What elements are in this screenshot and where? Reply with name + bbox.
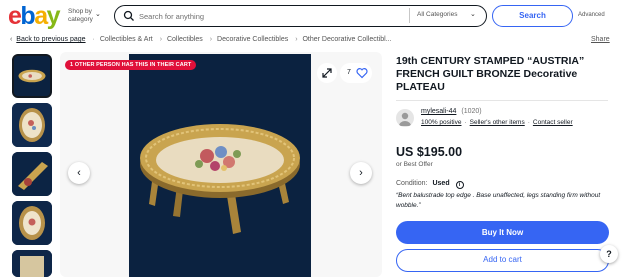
seller-avatar[interactable]: [396, 109, 414, 127]
search-bar: All Categories ⌄: [114, 5, 487, 27]
previous-image-button[interactable]: ‹: [68, 162, 90, 184]
divider: [396, 100, 608, 101]
category-label: category: [68, 16, 93, 23]
breadcrumb-item[interactable]: Other Decorative Collectibl...: [302, 36, 391, 43]
user-icon: [399, 112, 411, 126]
back-link[interactable]: Back to previous page: [16, 36, 85, 43]
thumbnail[interactable]: [12, 103, 52, 147]
plateau-image: [129, 54, 311, 277]
breadcrumb-separator: ›: [209, 36, 213, 43]
thumbnail[interactable]: [12, 54, 52, 98]
advanced-search-link[interactable]: Advanced: [578, 12, 605, 18]
next-image-button[interactable]: ›: [350, 162, 372, 184]
thumbnail[interactable]: [12, 201, 52, 245]
chevron-left-icon: ‹: [77, 167, 81, 179]
header: ebay Shop by category ⌄ All Categories ⌄…: [0, 0, 624, 33]
thumbnail[interactable]: [12, 250, 52, 277]
separator: ·: [527, 119, 530, 126]
category-select[interactable]: All Categories: [417, 11, 457, 18]
buy-it-now-button[interactable]: Buy It Now: [396, 221, 609, 244]
condition-value: Used: [432, 180, 450, 187]
breadcrumb-item[interactable]: Collectibles: [167, 36, 203, 43]
main-image-panel: 1 OTHER PERSON HAS THIS IN THEIR CART ‹ …: [60, 52, 382, 277]
search-button[interactable]: Search: [492, 5, 573, 27]
seller-info: mylesali-44 (1020): [421, 108, 482, 115]
search-input[interactable]: [139, 9, 409, 23]
thumbnail-list: [8, 52, 58, 277]
best-offer-label: or Best Offer: [396, 161, 433, 168]
shop-by-category[interactable]: Shop by category ⌄: [68, 8, 101, 24]
shop-by-label: Shop by: [68, 8, 92, 15]
chevron-down-icon: ⌄: [470, 11, 476, 18]
separator: ·: [464, 119, 467, 126]
seller-other-items-link[interactable]: Seller's other items: [470, 119, 525, 126]
chevron-left-icon: ‹: [10, 36, 13, 43]
breadcrumb-separator: ›: [159, 36, 163, 43]
listing-title: 19th CENTURY STAMPED “AUSTRIA” FRENCH GU…: [396, 55, 585, 93]
seller-feedback-count: (1020): [461, 108, 482, 115]
chevron-down-icon: ⌄: [95, 11, 101, 18]
breadcrumb-separator: ·: [92, 36, 95, 43]
seller-links: 100% positive · Seller's other items · Conta…: [421, 119, 573, 126]
ebay-logo[interactable]: ebay: [8, 3, 61, 29]
breadcrumb-item[interactable]: Collectibles & Art: [100, 36, 153, 43]
price: US $195.00: [396, 145, 463, 159]
heart-icon: [356, 68, 368, 79]
breadcrumb-item[interactable]: Decorative Collectibles: [217, 36, 288, 43]
contact-seller-link[interactable]: Contact seller: [533, 119, 573, 126]
condition: Condition: Used i: [396, 180, 464, 189]
chevron-right-icon: ›: [359, 167, 363, 179]
seller-name-link[interactable]: mylesali-44: [421, 108, 456, 115]
condition-label: Condition:: [396, 180, 428, 187]
product-photo[interactable]: [129, 54, 311, 277]
add-to-cart-button[interactable]: Add to cart: [396, 249, 609, 272]
condition-note: “Bent balustrade top edge . Base unaffec…: [396, 192, 601, 209]
breadcrumb: ‹ Back to previous page · Collectibles &…: [10, 36, 610, 48]
help-button[interactable]: ?: [600, 245, 618, 263]
search-icon: [123, 10, 134, 21]
cart-count-badge: 1 OTHER PERSON HAS THIS IN THEIR CART: [65, 60, 197, 70]
search-divider: [409, 8, 410, 23]
watch-button[interactable]: 7: [340, 63, 372, 83]
positive-feedback-link[interactable]: 100% positive: [421, 119, 461, 126]
thumbnail[interactable]: [12, 152, 52, 196]
breadcrumb-separator: ›: [295, 36, 298, 43]
watch-count: 7: [347, 69, 351, 76]
info-icon[interactable]: i: [455, 181, 464, 189]
expand-icon: [322, 68, 332, 78]
share-link[interactable]: Share: [591, 36, 610, 43]
expand-image-button[interactable]: [317, 63, 337, 83]
